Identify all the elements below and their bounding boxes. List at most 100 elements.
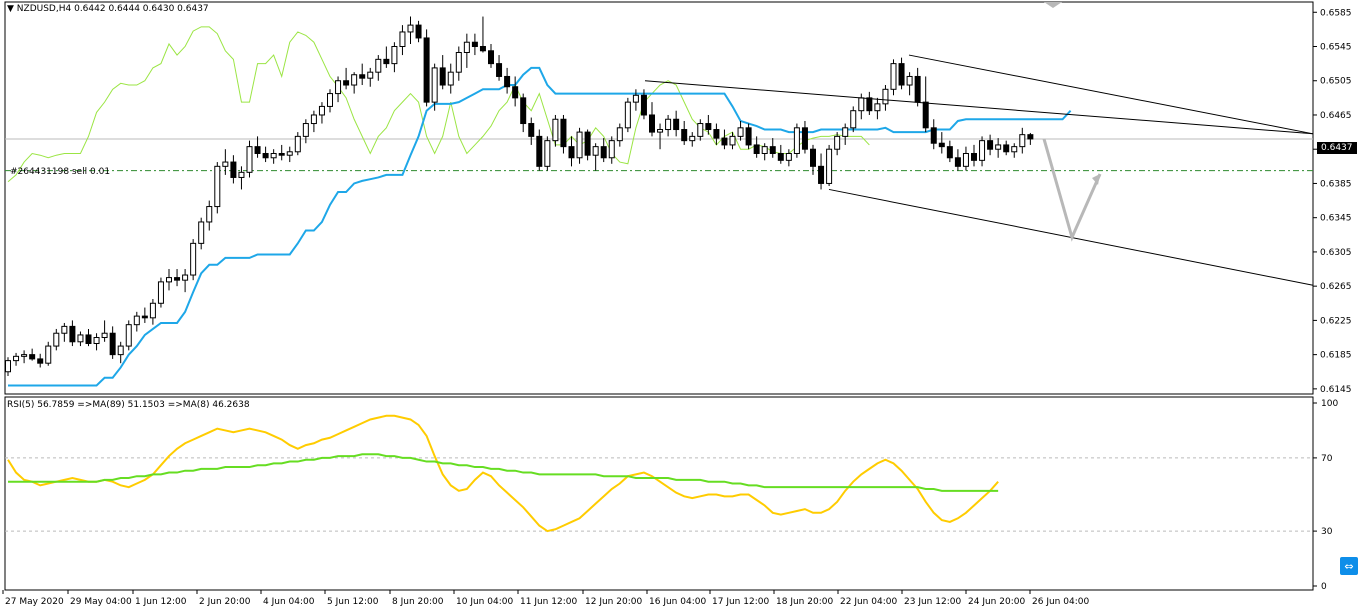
candle-body <box>294 135 301 153</box>
candle-body <box>93 337 100 345</box>
candle-body <box>745 127 752 146</box>
triangle-down-icon[interactable]: ▼ <box>7 4 14 14</box>
candle-body <box>608 140 615 159</box>
candle-body <box>568 146 575 159</box>
candle-body <box>5 360 11 373</box>
candle-body <box>576 131 583 159</box>
candle-body <box>278 152 285 156</box>
candle-body <box>230 161 237 178</box>
candle-body <box>858 97 865 112</box>
order-label[interactable]: #264431198 sell 0.01 <box>10 167 110 177</box>
candle-body <box>206 206 213 223</box>
candle-body <box>697 123 704 137</box>
candle-body <box>842 127 849 137</box>
candle-body <box>882 88 889 105</box>
candle-body <box>616 127 623 142</box>
candle-body <box>399 31 406 48</box>
candle-body <box>793 127 800 154</box>
candle-body <box>238 171 245 178</box>
candle-body <box>29 354 36 360</box>
candle-body <box>906 75 913 86</box>
candle-body <box>391 46 398 65</box>
time-tick-label: 10 Jun 04:00 <box>456 597 513 607</box>
candle-body <box>810 148 816 167</box>
candle-body <box>536 135 543 167</box>
candle-body <box>713 129 720 139</box>
candle-body <box>640 94 647 116</box>
candle-body <box>367 71 374 79</box>
candle-body <box>125 324 132 347</box>
candle-body <box>769 146 776 154</box>
chart-frames <box>4 1 1314 591</box>
candle-body <box>61 325 68 334</box>
candle-body <box>737 127 744 137</box>
channel-line <box>644 80 1314 135</box>
candle-body <box>21 354 28 357</box>
rsi-tick-label: 30 <box>1321 527 1333 537</box>
candle-body <box>471 41 478 48</box>
candle-body <box>801 127 808 150</box>
candle-body <box>335 80 342 95</box>
candle-body <box>45 345 52 364</box>
chart-header[interactable]: ▼ NZDUSD,H4 0.6442 0.6444 0.6430 0.6437 <box>7 4 209 14</box>
candle-body <box>946 146 953 159</box>
teamviewer-icon[interactable]: ⇔ <box>1340 557 1358 575</box>
candle-body <box>761 146 768 154</box>
candle-body <box>488 50 494 65</box>
candle-body <box>383 58 390 65</box>
candle-body <box>979 140 986 161</box>
candle-body <box>874 103 881 112</box>
time-tick-label: 24 Jun 20:00 <box>968 597 1025 607</box>
candle-body <box>327 93 333 107</box>
candle-body <box>318 105 325 116</box>
candle-body <box>657 129 664 133</box>
symbol-label: NZDUSD,H4 <box>16 4 72 14</box>
candle-body <box>415 24 422 39</box>
candle-body <box>922 101 929 129</box>
candle-body <box>1011 146 1018 153</box>
candle-body <box>270 152 277 159</box>
candle-body <box>962 152 969 167</box>
candle-body <box>938 142 945 148</box>
candle-body <box>971 152 977 161</box>
candle-body <box>1003 144 1010 153</box>
candle-body <box>182 274 189 281</box>
candle-body <box>544 140 551 167</box>
candle-body <box>834 135 841 150</box>
price-tick-label: 0.6345 <box>1320 214 1352 224</box>
price-tick-label: 0.6505 <box>1320 77 1352 87</box>
time-tick-label: 16 Jun 04:00 <box>649 597 706 607</box>
rsi-tick-label: 0 <box>1321 582 1327 592</box>
candle-body <box>77 334 84 343</box>
candle-body <box>914 75 921 103</box>
time-axis: 27 May 2020 29 May 04:00 1 Jun 12:00 2 Jun … <box>2 590 1089 607</box>
candle-body <box>592 146 599 156</box>
candle-body <box>117 345 124 356</box>
candle-body <box>890 63 897 90</box>
projection-path <box>1042 138 1102 242</box>
candlesticks <box>5 16 1034 377</box>
time-tick-label: 5 Jun 12:00 <box>327 597 379 607</box>
candle-body <box>343 80 350 86</box>
candle-body <box>528 123 535 137</box>
candle-body <box>174 277 181 281</box>
time-tick-label: 27 May 2020 <box>5 597 64 607</box>
current-price-tag: 0.6437 <box>1317 142 1357 154</box>
price-tick-label: 0.6185 <box>1320 351 1352 361</box>
candle-body <box>818 165 825 184</box>
rsi-header: RSI(5) 56.7859 =>MA(89) 51.1503 =>MA(8) … <box>7 400 250 410</box>
candle-body <box>222 161 229 167</box>
price-tick-label: 0.6465 <box>1320 111 1352 121</box>
rsi-tick-label: 100 <box>1321 399 1338 409</box>
candle-body <box>69 325 76 343</box>
candle-body <box>1027 134 1034 140</box>
main-frame <box>4 1 1314 395</box>
ohlc-values: 0.6442 0.6444 0.6430 0.6437 <box>74 4 209 14</box>
candle-body <box>133 315 140 326</box>
time-tick-label: 18 Jun 20:00 <box>776 597 833 607</box>
candle-body <box>214 165 221 208</box>
candle-body <box>721 137 728 146</box>
candle-body <box>673 118 680 131</box>
time-tick-label: 2 Jun 20:00 <box>199 597 251 607</box>
candle-body <box>1019 134 1026 148</box>
